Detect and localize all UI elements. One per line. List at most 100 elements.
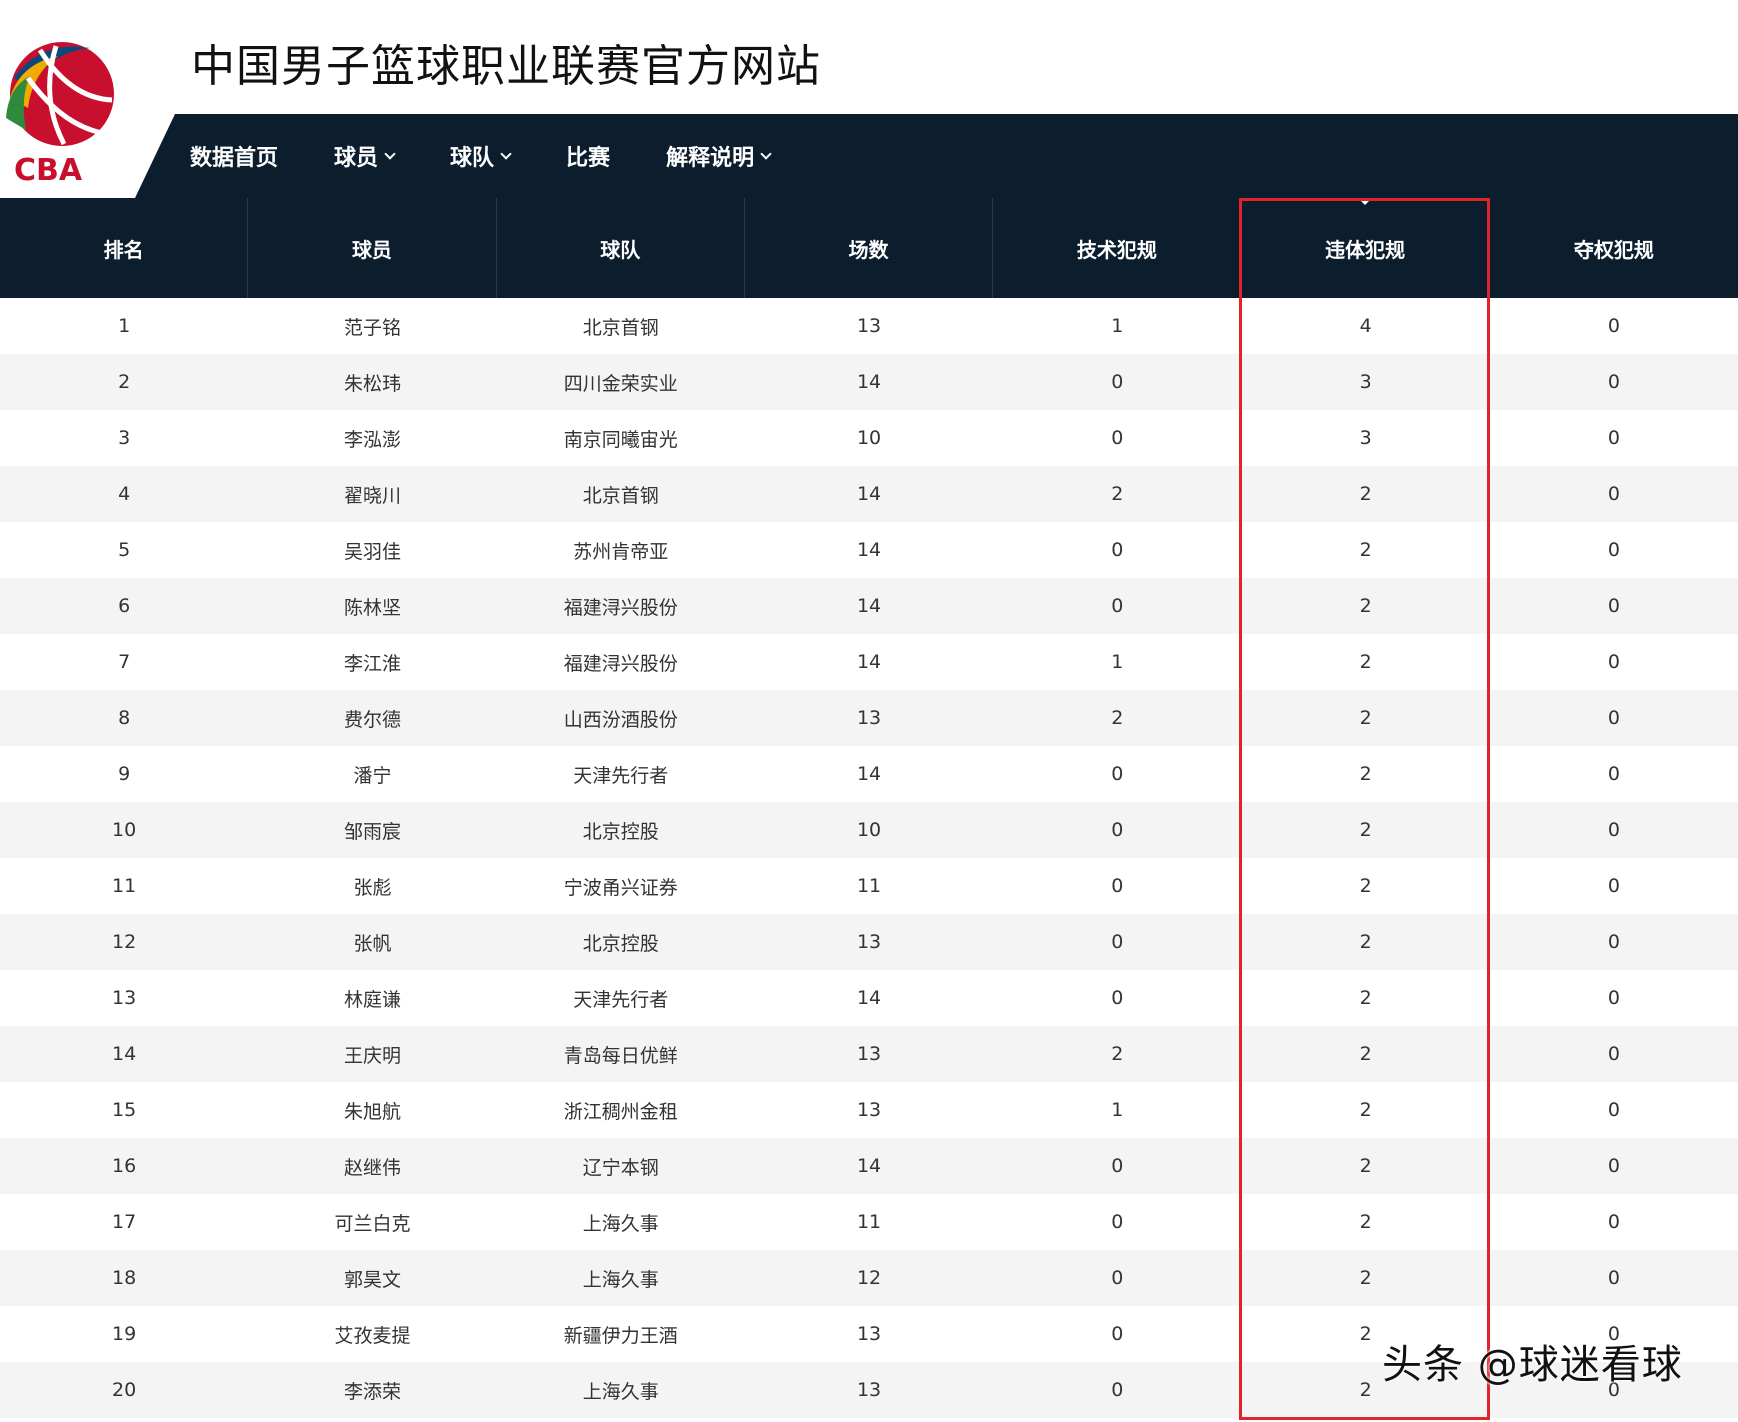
cell-games: 14 xyxy=(856,763,882,785)
cell-team[interactable]: 山西汾酒股份 xyxy=(497,690,745,746)
cell-team[interactable]: 宁波甬兴证券 xyxy=(497,858,745,914)
nav-item-games[interactable]: 比赛 xyxy=(566,140,610,172)
cell-team[interactable]: 上海久事 xyxy=(497,1362,745,1418)
cell-player[interactable]: 吴羽佳 xyxy=(248,522,496,578)
cell-player[interactable]: 李江淮 xyxy=(248,634,496,690)
cell-team[interactable]: 天津先行者 xyxy=(497,970,745,1026)
cell-games: 14 xyxy=(856,539,882,561)
nav-item-data-home[interactable]: 数据首页 xyxy=(190,140,278,172)
cell-team[interactable]: 四川金荣实业 xyxy=(497,354,745,410)
cell-team[interactable]: 浙江稠州金租 xyxy=(497,1082,745,1138)
table-row[interactable]: 14 王庆明 青岛每日优鲜 13 2 2 0 xyxy=(0,1026,1738,1082)
cell-team[interactable]: 天津先行者 xyxy=(497,746,745,802)
table-row[interactable]: 2 朱松玮 四川金荣实业 14 0 3 0 xyxy=(0,354,1738,410)
table-row[interactable]: 10 邹雨宸 北京控股 10 0 2 0 xyxy=(0,802,1738,858)
column-header-disqualifying-fouls[interactable]: 夺权犯规 xyxy=(1490,198,1738,298)
cell-player[interactable]: 王庆明 xyxy=(248,1026,496,1082)
table-row[interactable]: 5 吴羽佳 苏州肯帝亚 14 0 2 0 xyxy=(0,522,1738,578)
column-header-rank[interactable]: 排名 xyxy=(0,198,249,298)
cell-rank: 8 xyxy=(118,707,131,729)
table-row[interactable]: 11 张彪 宁波甬兴证券 11 0 2 0 xyxy=(0,858,1738,914)
cell-team[interactable]: 福建浔兴股份 xyxy=(497,578,745,634)
site-header: CBA 中国男子篮球职业联赛官方网站 数据首页 球员 球队 比赛 解释说明 xyxy=(0,0,1738,198)
cell-games: 11 xyxy=(856,1211,882,1233)
cell-player[interactable]: 郭昊文 xyxy=(248,1250,496,1306)
cell-player[interactable]: 费尔德 xyxy=(248,690,496,746)
table-row[interactable]: 8 费尔德 山西汾酒股份 13 2 2 0 xyxy=(0,690,1738,746)
cell-player[interactable]: 赵继伟 xyxy=(248,1138,496,1194)
cell-team[interactable]: 北京控股 xyxy=(497,802,745,858)
cell-team[interactable]: 北京首钢 xyxy=(497,298,745,354)
table-row[interactable]: 6 陈林坚 福建浔兴股份 14 0 2 0 xyxy=(0,578,1738,634)
cell-player[interactable]: 张彪 xyxy=(248,858,496,914)
cell-technical-fouls: 2 xyxy=(1111,707,1124,729)
cell-technical-fouls: 0 xyxy=(1111,763,1124,785)
table-row[interactable]: 3 李泓澎 南京同曦宙光 10 0 3 0 xyxy=(0,410,1738,466)
table-row[interactable]: 16 赵继伟 辽宁本钢 14 0 2 0 xyxy=(0,1138,1738,1194)
cell-games: 14 xyxy=(856,595,882,617)
cell-team[interactable]: 北京首钢 xyxy=(497,466,745,522)
cell-flagrant-fouls: 2 xyxy=(1359,875,1372,897)
column-header-team[interactable]: 球队 xyxy=(497,198,745,298)
cell-rank: 13 xyxy=(112,987,137,1009)
cell-player[interactable]: 李泓澎 xyxy=(248,410,496,466)
cell-disqualifying-fouls: 0 xyxy=(1607,931,1620,953)
table-row[interactable]: 17 可兰白克 上海久事 11 0 2 0 xyxy=(0,1194,1738,1250)
table-row[interactable]: 7 李江淮 福建浔兴股份 14 1 2 0 xyxy=(0,634,1738,690)
cell-player[interactable]: 艾孜麦提 xyxy=(248,1306,496,1362)
cell-flagrant-fouls: 2 xyxy=(1359,595,1372,617)
nav-item-explanation[interactable]: 解释说明 xyxy=(666,140,772,172)
table-row[interactable]: 4 翟晓川 北京首钢 14 2 2 0 xyxy=(0,466,1738,522)
cell-games: 13 xyxy=(856,1323,882,1345)
watermark: 头条 @球迷看球 xyxy=(1382,1342,1683,1388)
cell-games: 14 xyxy=(856,1155,882,1177)
cell-team[interactable]: 上海久事 xyxy=(497,1194,745,1250)
column-header-flagrant-fouls[interactable]: 违体犯规 xyxy=(1241,198,1490,298)
table-row[interactable]: 1 范子铭 北京首钢 13 1 4 0 xyxy=(0,298,1738,354)
nav-item-teams[interactable]: 球队 xyxy=(450,140,512,172)
table-row[interactable]: 9 潘宁 天津先行者 14 0 2 0 xyxy=(0,746,1738,802)
cell-team[interactable]: 苏州肯帝亚 xyxy=(497,522,745,578)
cell-flagrant-fouls: 2 xyxy=(1359,1043,1372,1065)
cell-team[interactable]: 福建浔兴股份 xyxy=(497,634,745,690)
cell-team[interactable]: 新疆伊力王酒 xyxy=(497,1306,745,1362)
cell-team[interactable]: 辽宁本钢 xyxy=(497,1138,745,1194)
table-row[interactable]: 12 张帆 北京控股 13 0 2 0 xyxy=(0,914,1738,970)
cell-player[interactable]: 潘宁 xyxy=(248,746,496,802)
cell-games: 14 xyxy=(856,483,882,505)
cell-player[interactable]: 陈林坚 xyxy=(248,578,496,634)
cell-player[interactable]: 张帆 xyxy=(248,914,496,970)
cell-player[interactable]: 范子铭 xyxy=(248,298,496,354)
column-header-games[interactable]: 场数 xyxy=(745,198,994,298)
cell-player[interactable]: 邹雨宸 xyxy=(248,802,496,858)
cell-technical-fouls: 0 xyxy=(1111,427,1124,449)
table-row[interactable]: 13 林庭谦 天津先行者 14 0 2 0 xyxy=(0,970,1738,1026)
cell-flagrant-fouls: 2 xyxy=(1359,539,1372,561)
cell-technical-fouls: 0 xyxy=(1111,1155,1124,1177)
cell-flagrant-fouls: 3 xyxy=(1359,371,1372,393)
cell-team[interactable]: 北京控股 xyxy=(497,914,745,970)
cell-flagrant-fouls: 3 xyxy=(1359,427,1372,449)
chevron-down-icon xyxy=(384,147,396,160)
cell-player[interactable]: 翟晓川 xyxy=(248,466,496,522)
cell-team[interactable]: 上海久事 xyxy=(497,1250,745,1306)
table-row[interactable]: 18 郭昊文 上海久事 12 0 2 0 xyxy=(0,1250,1738,1306)
cell-player[interactable]: 可兰白克 xyxy=(248,1194,496,1250)
table-row[interactable]: 15 朱旭航 浙江稠州金租 13 1 2 0 xyxy=(0,1082,1738,1138)
table-body: 1 范子铭 北京首钢 13 1 4 0 2 朱松玮 四川金荣实业 14 0 3 0 3 李泓澎 南京同曦宙光 10… xyxy=(0,298,1738,1418)
cell-player[interactable]: 朱松玮 xyxy=(248,354,496,410)
cell-team[interactable]: 青岛每日优鲜 xyxy=(497,1026,745,1082)
cba-logo[interactable]: CBA xyxy=(0,38,120,186)
cell-player[interactable]: 朱旭航 xyxy=(248,1082,496,1138)
cell-player[interactable]: 林庭谦 xyxy=(248,970,496,1026)
cell-rank: 7 xyxy=(118,651,131,673)
nav-menu: 数据首页 球员 球队 比赛 解释说明 xyxy=(190,114,826,198)
cell-team[interactable]: 南京同曦宙光 xyxy=(497,410,745,466)
column-header-technical-fouls[interactable]: 技术犯规 xyxy=(993,198,1242,298)
column-header-player[interactable]: 球员 xyxy=(248,198,497,298)
nav-item-players[interactable]: 球员 xyxy=(334,140,396,172)
nav-item-label: 数据首页 xyxy=(190,146,279,171)
cell-player[interactable]: 李添荣 xyxy=(248,1362,496,1418)
chevron-down-icon xyxy=(500,147,512,160)
cell-flagrant-fouls: 2 xyxy=(1359,1155,1372,1177)
